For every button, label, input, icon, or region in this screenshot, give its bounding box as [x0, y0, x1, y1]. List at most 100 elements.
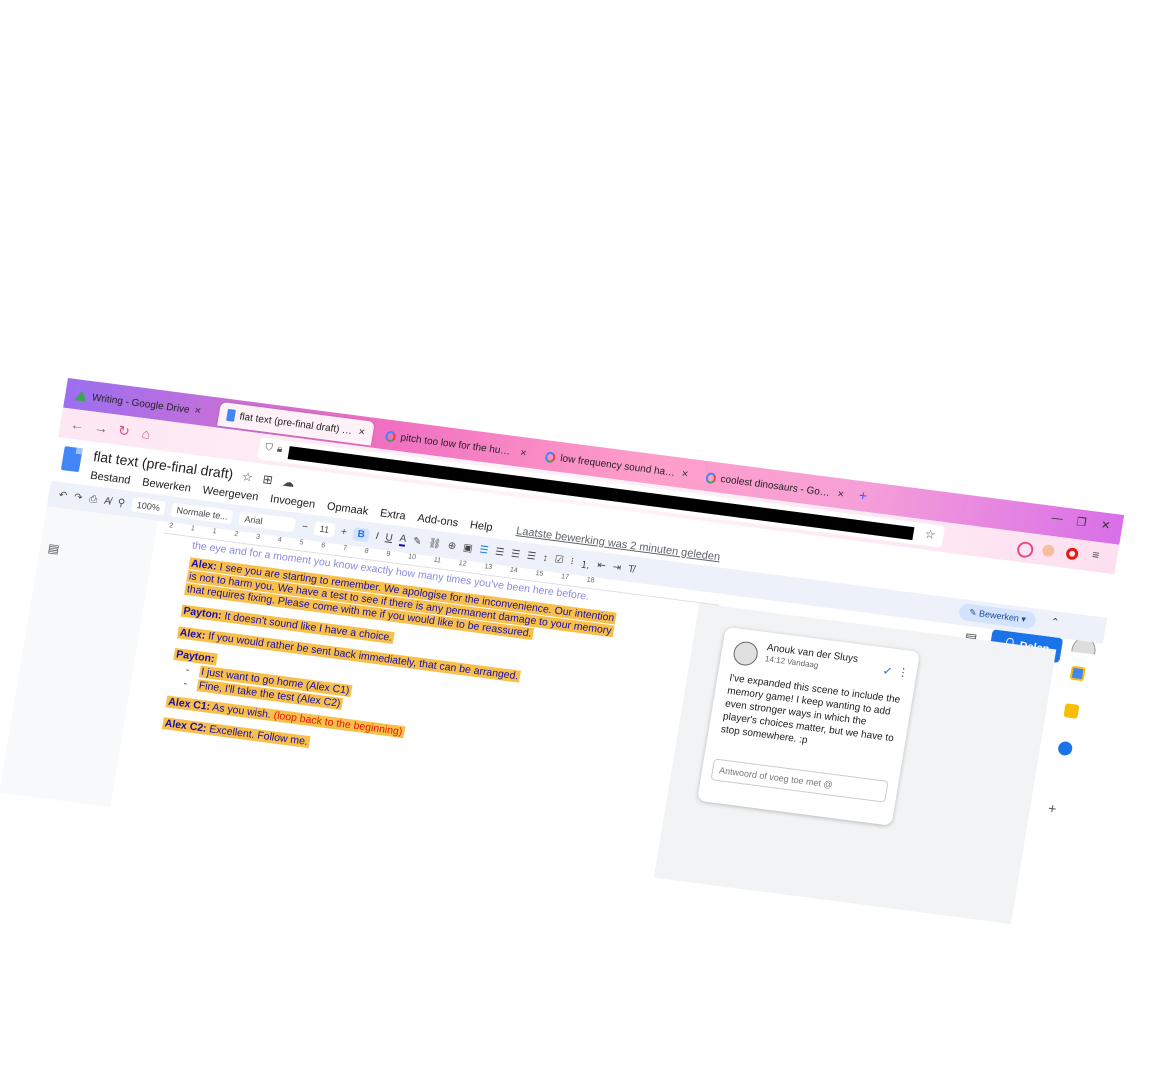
ruler-mark: 11 — [433, 556, 442, 565]
font-size-decrease[interactable]: − — [301, 521, 309, 533]
minimize-icon[interactable]: — — [1051, 512, 1064, 525]
docs-logo-icon[interactable] — [60, 446, 83, 473]
font-size-increase[interactable]: + — [340, 526, 348, 538]
speaker-label: Alex C1: — [167, 695, 212, 713]
align-left-icon[interactable]: ☰ — [479, 544, 490, 556]
ruler-mark: 18 — [586, 576, 595, 585]
checklist-icon[interactable]: ☑ — [554, 554, 565, 566]
insert-image-icon[interactable]: ▣ — [462, 542, 473, 554]
underline-button[interactable]: U — [385, 532, 394, 544]
ruler-mark: 5 — [298, 539, 304, 547]
new-tab-button[interactable]: + — [858, 487, 869, 504]
dialogue-text: As you wish. — [211, 701, 272, 721]
ruler-mark: 15 — [534, 569, 544, 578]
text-line: Payton: — [173, 648, 218, 666]
ruler-mark: 14 — [509, 566, 519, 575]
bookmark-star-icon[interactable]: ☆ — [924, 527, 937, 542]
bold-button[interactable]: B — [352, 526, 370, 542]
opera-icon[interactable] — [1065, 547, 1080, 561]
cloud-status-icon: ☁ — [281, 474, 296, 490]
menu-extra[interactable]: Extra — [379, 507, 406, 522]
drive-icon — [74, 390, 89, 402]
bulleted-list-icon[interactable]: ⁝ — [570, 556, 575, 567]
shield-icon: ⛉ — [264, 442, 274, 454]
align-justify-icon[interactable]: ☰ — [526, 550, 537, 562]
comment-body: I've expanded this scene to include the … — [720, 672, 901, 747]
ruler-mark: 10 — [407, 553, 417, 562]
close-icon[interactable]: × — [836, 488, 844, 501]
ruler-mark: 1 — [190, 525, 196, 533]
lock-icon: 🔒︎ — [276, 443, 284, 456]
forward-icon[interactable]: → — [93, 419, 109, 437]
close-icon[interactable]: × — [194, 405, 202, 418]
align-right-icon[interactable]: ☰ — [510, 548, 521, 560]
dialogue-text: Excellent. Follow me. — [208, 723, 309, 748]
menu-bestand[interactable]: Bestand — [89, 470, 131, 487]
font-size-input[interactable]: 11 — [313, 521, 336, 538]
print-icon[interactable]: ⎙ — [88, 493, 98, 505]
speaker-label: Alex: — [178, 626, 207, 642]
align-center-icon[interactable]: ☰ — [494, 546, 505, 558]
line-spacing-icon[interactable]: ↕ — [542, 552, 549, 564]
comment-card[interactable]: Anouk van der Sluys 14:12 Vandaag ✓ ⋮ I'… — [697, 626, 921, 826]
star-icon[interactable]: ☆ — [241, 469, 254, 484]
google-icon — [384, 429, 397, 443]
close-icon[interactable]: × — [519, 447, 527, 460]
outline-icon[interactable]: ▤ — [47, 541, 61, 556]
increase-indent-icon[interactable]: ⇥ — [612, 561, 622, 573]
menu-add-ons[interactable]: Add-ons — [416, 512, 459, 529]
add-comment-icon[interactable]: ⊕ — [447, 540, 457, 552]
pocket-icon[interactable] — [1015, 540, 1035, 559]
spellcheck-icon[interactable]: A̸ — [103, 495, 111, 507]
ruler-mark: 9 — [385, 550, 391, 558]
ruler-mark: 3 — [255, 533, 261, 542]
bullet-glyph: - — [182, 677, 189, 690]
commenter-avatar — [731, 640, 760, 667]
menu-help[interactable]: Help — [469, 519, 493, 534]
menu-invoegen[interactable]: Invoegen — [269, 493, 316, 511]
reload-icon[interactable]: ↻ — [117, 422, 131, 440]
home-icon[interactable]: ⌂ — [141, 425, 152, 442]
decrease-indent-icon[interactable]: ⇤ — [597, 559, 607, 571]
more-options-icon[interactable]: ⋮ — [897, 665, 910, 679]
undo-icon[interactable]: ↶ — [58, 489, 68, 501]
style-select[interactable]: Normale te... — [170, 502, 234, 525]
window-close-icon[interactable]: ✕ — [1100, 518, 1111, 532]
browser-menu-icon[interactable]: ≡ — [1091, 547, 1100, 562]
italic-button[interactable]: I — [375, 531, 380, 542]
extension-icon[interactable] — [1041, 544, 1056, 558]
link-icon[interactable]: ⛓ — [427, 537, 441, 549]
ruler-mark: 1 — [212, 527, 218, 536]
add-addon-icon[interactable]: + — [1047, 800, 1058, 817]
calendar-icon[interactable] — [1069, 665, 1086, 682]
reply-input[interactable]: Antwoord of voeg toe met @ — [710, 758, 889, 803]
text-color-button[interactable]: A — [398, 532, 408, 547]
close-icon[interactable]: × — [681, 468, 689, 481]
back-icon[interactable]: ← — [69, 416, 85, 434]
paint-format-icon[interactable]: ⚲ — [117, 497, 126, 509]
restore-icon[interactable]: ❐ — [1076, 515, 1088, 529]
close-icon[interactable]: × — [358, 426, 366, 439]
menu-opmaak[interactable]: Opmaak — [326, 500, 369, 517]
ruler-mark: 4 — [277, 536, 283, 544]
zoom-select[interactable]: 100% — [130, 497, 166, 516]
numbered-list-icon[interactable]: ⒈ — [579, 555, 591, 571]
ruler-mark: 17 — [560, 573, 570, 582]
ruler-mark: 13 — [483, 563, 493, 572]
editing-mode-label: Bewerken — [978, 608, 1020, 624]
tasks-icon[interactable] — [1057, 740, 1074, 757]
speaker-label: Payton: — [182, 604, 223, 622]
ruler-mark: 2 — [168, 522, 174, 530]
move-folder-icon[interactable]: ⊞ — [262, 472, 274, 487]
resolve-check-icon[interactable]: ✓ — [881, 663, 893, 678]
menu-bewerken[interactable]: Bewerken — [141, 477, 191, 495]
redo-icon[interactable]: ↷ — [73, 491, 83, 503]
ruler-mark: 8 — [364, 547, 370, 556]
screenshot-stage: Writing - Google Drive × flat text (pre-… — [0, 378, 1125, 930]
clear-formatting-icon[interactable]: T̸ — [627, 563, 635, 575]
hide-menus-icon[interactable]: ⌃ — [1050, 617, 1060, 629]
speaker-label: Payton: — [175, 648, 216, 666]
keep-icon[interactable] — [1063, 703, 1080, 719]
font-select[interactable]: Arial — [238, 511, 297, 533]
highlight-icon[interactable]: ✎ — [412, 535, 422, 547]
